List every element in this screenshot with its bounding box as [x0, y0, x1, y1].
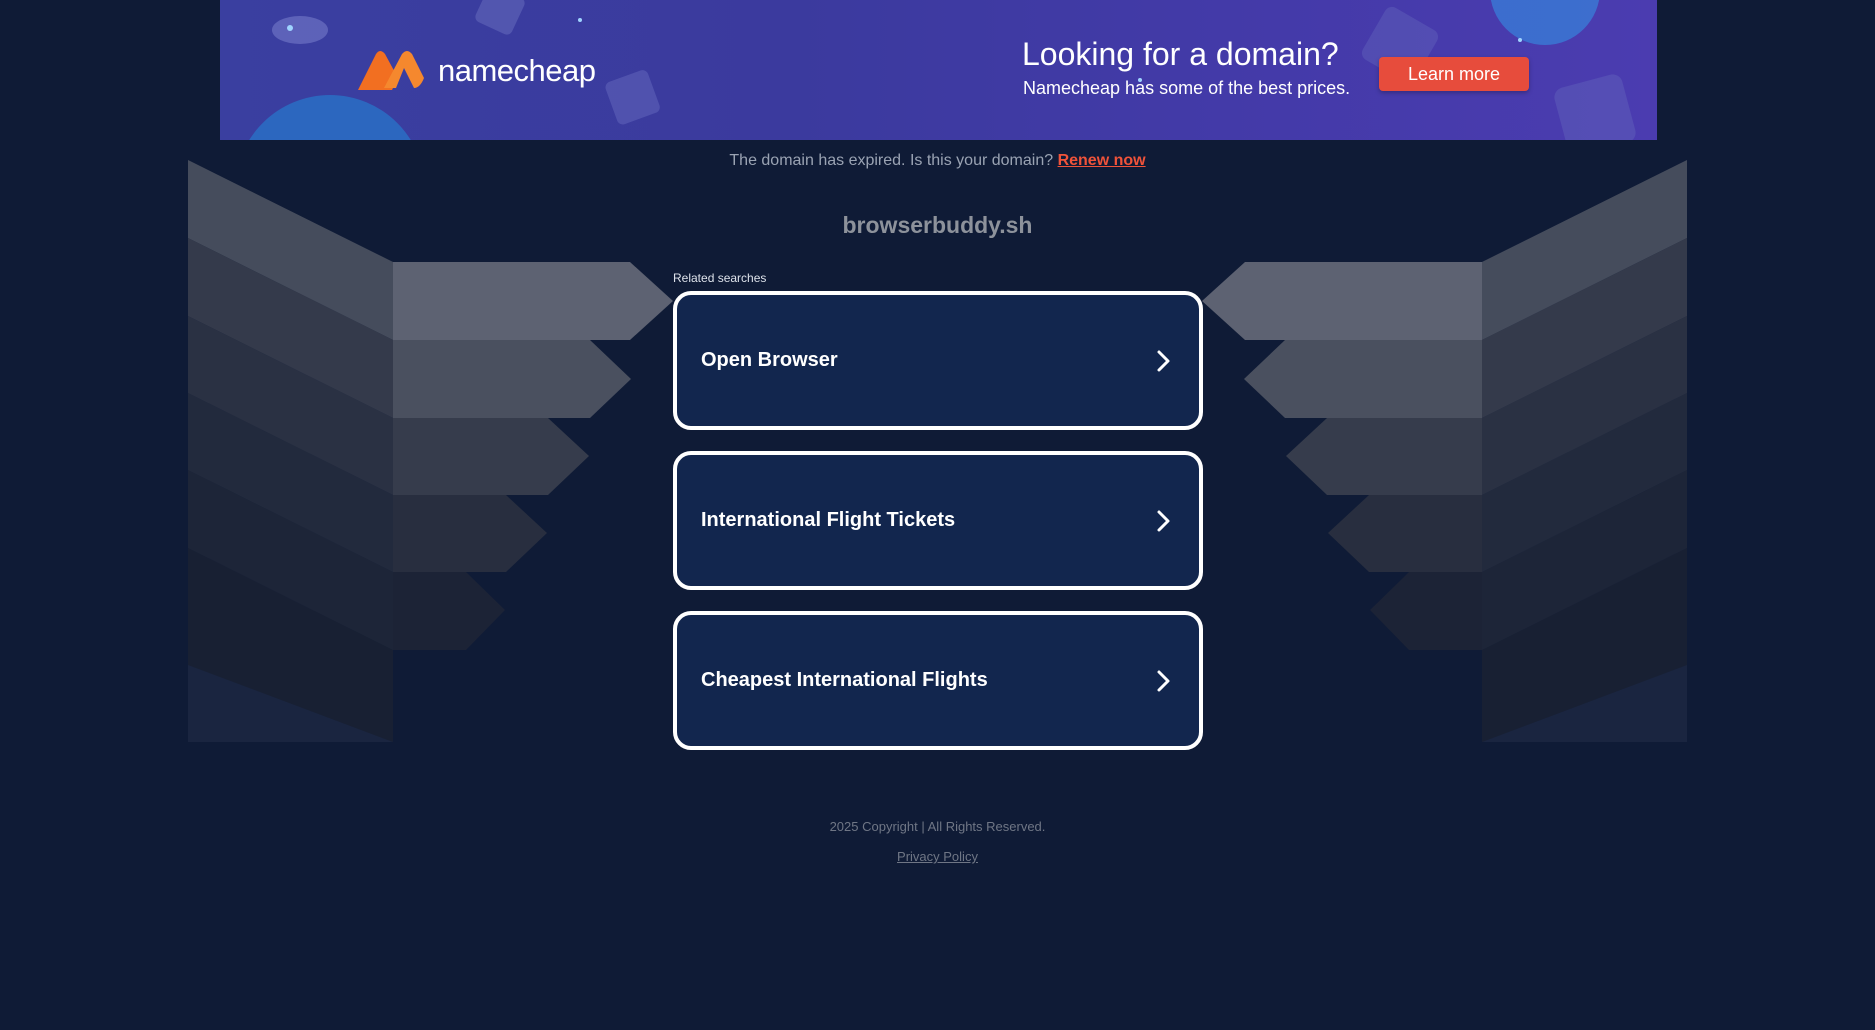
related-searches-label: Related searches: [673, 271, 767, 285]
chevron-right-icon: [1157, 670, 1170, 691]
chevron-right-icon: [1157, 350, 1170, 371]
related-search-cheapest-international-flights[interactable]: Cheapest International Flights: [673, 611, 1203, 750]
namecheap-banner[interactable]: namecheap Looking for a domain? Namechea…: [220, 0, 1657, 140]
related-search-label: International Flight Tickets: [701, 509, 956, 531]
expired-notice-text: The domain has expired. Is this your dom…: [729, 152, 1054, 169]
namecheap-logo: namecheap: [354, 48, 796, 94]
banner-subline: Namecheap has some of the best prices.: [1023, 78, 1351, 98]
expired-notice: The domain has expired. Is this your dom…: [0, 152, 1875, 170]
related-search-open-browser[interactable]: Open Browser: [673, 291, 1203, 430]
related-search-label: Cheapest International Flights: [701, 669, 988, 691]
renew-now-link[interactable]: Renew now: [1058, 152, 1146, 169]
privacy-policy-container: Privacy Policy: [0, 849, 1875, 864]
copyright-text: 2025 Copyright | All Rights Reserved.: [829, 819, 1046, 834]
page-root: namecheap Looking for a domain? Namechea…: [0, 0, 1875, 1030]
banner-headline: Looking for a domain?: [1022, 36, 1339, 72]
namecheap-wordmark: namecheap: [438, 53, 596, 88]
chevron-right-icon: [1157, 510, 1170, 531]
related-search-international-flight-tickets[interactable]: International Flight Tickets: [673, 451, 1203, 590]
namecheap-logo-icon: [358, 51, 424, 90]
privacy-policy-link[interactable]: Privacy Policy: [897, 849, 978, 864]
learn-more-button[interactable]: Learn more: [1379, 57, 1529, 91]
domain-title: browserbuddy.sh: [842, 212, 1033, 238]
related-search-label: Open Browser: [701, 349, 838, 371]
